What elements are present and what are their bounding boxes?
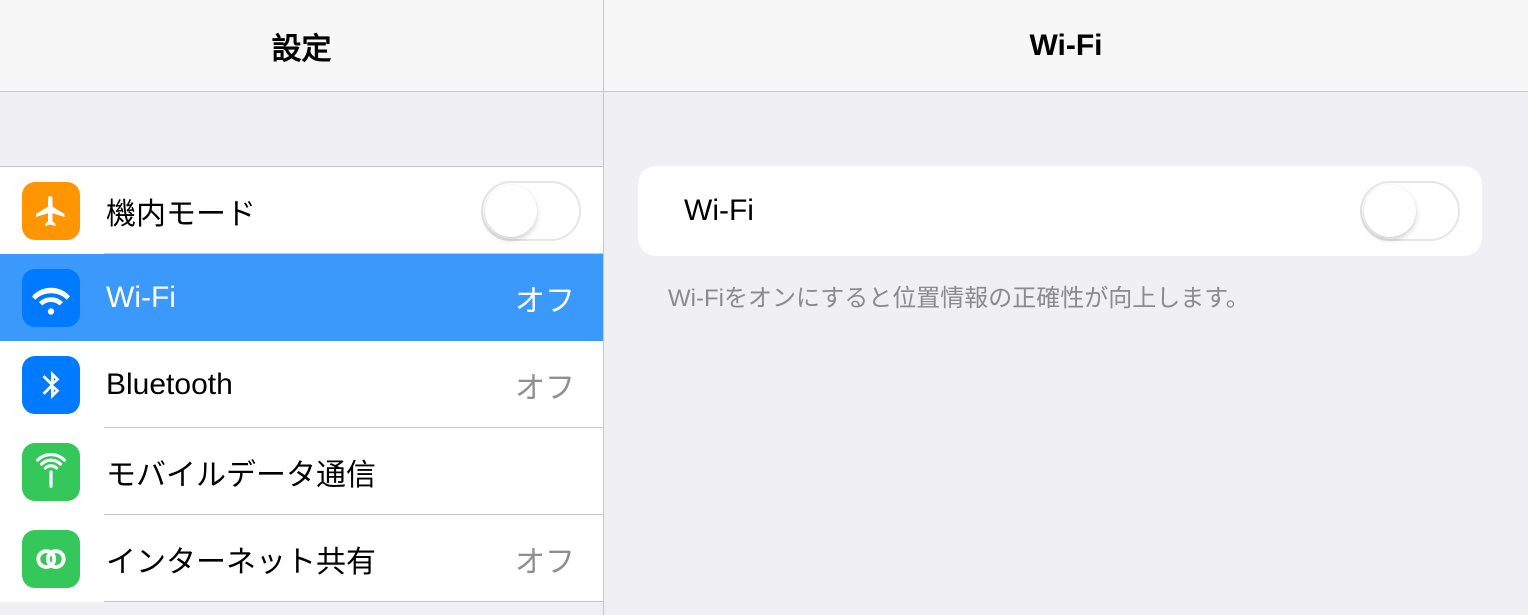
sidebar-item-wifi[interactable]: Wi-Fi オフ <box>0 254 603 341</box>
row-value: オフ <box>515 363 575 407</box>
bluetooth-icon <box>22 356 80 414</box>
sidebar-item-hotspot[interactable]: インターネット共有 オフ <box>0 515 603 602</box>
row-label: Bluetooth <box>106 368 515 402</box>
sidebar-item-airplane-mode[interactable]: 機内モード <box>0 167 603 254</box>
row-label: Wi-Fi <box>106 281 515 315</box>
detail-pane: Wi-Fi Wi-Fi Wi-Fiをオンにすると位置情報の正確性が向上します。 <box>604 0 1528 615</box>
settings-list: 機内モード Wi-Fi オフ Bluetooth オフ <box>0 166 603 602</box>
sidebar-header: 設定 <box>0 0 603 92</box>
sidebar-item-bluetooth[interactable]: Bluetooth オフ <box>0 341 603 428</box>
detail-title: Wi-Fi <box>1029 29 1102 63</box>
hotspot-icon <box>22 530 80 588</box>
settings-app: 設定 機内モード Wi-Fi オフ <box>0 0 1528 615</box>
sidebar-item-cellular[interactable]: モバイルデータ通信 <box>0 428 603 515</box>
airplane-mode-toggle[interactable] <box>481 181 581 241</box>
airplane-icon <box>22 182 80 240</box>
sidebar-title: 設定 <box>272 24 332 68</box>
sidebar-spacer <box>0 92 603 166</box>
cellular-icon <box>22 443 80 501</box>
row-value: オフ <box>515 276 575 320</box>
wifi-toggle-label: Wi-Fi <box>684 194 1360 228</box>
row-label: インターネット共有 <box>106 537 515 581</box>
wifi-icon <box>22 269 80 327</box>
wifi-toggle[interactable] <box>1360 181 1460 241</box>
wifi-toggle-row[interactable]: Wi-Fi <box>638 166 1482 256</box>
settings-sidebar: 設定 機内モード Wi-Fi オフ <box>0 0 604 615</box>
row-label: モバイルデータ通信 <box>106 450 581 494</box>
row-value: オフ <box>515 537 575 581</box>
detail-header: Wi-Fi <box>604 0 1528 92</box>
toggle-knob <box>485 185 537 237</box>
detail-body: Wi-Fi Wi-Fiをオンにすると位置情報の正確性が向上します。 <box>604 92 1528 313</box>
row-label: 機内モード <box>106 189 481 233</box>
toggle-knob <box>1364 185 1416 237</box>
wifi-footer-text: Wi-Fiをオンにすると位置情報の正確性が向上します。 <box>668 278 1482 313</box>
